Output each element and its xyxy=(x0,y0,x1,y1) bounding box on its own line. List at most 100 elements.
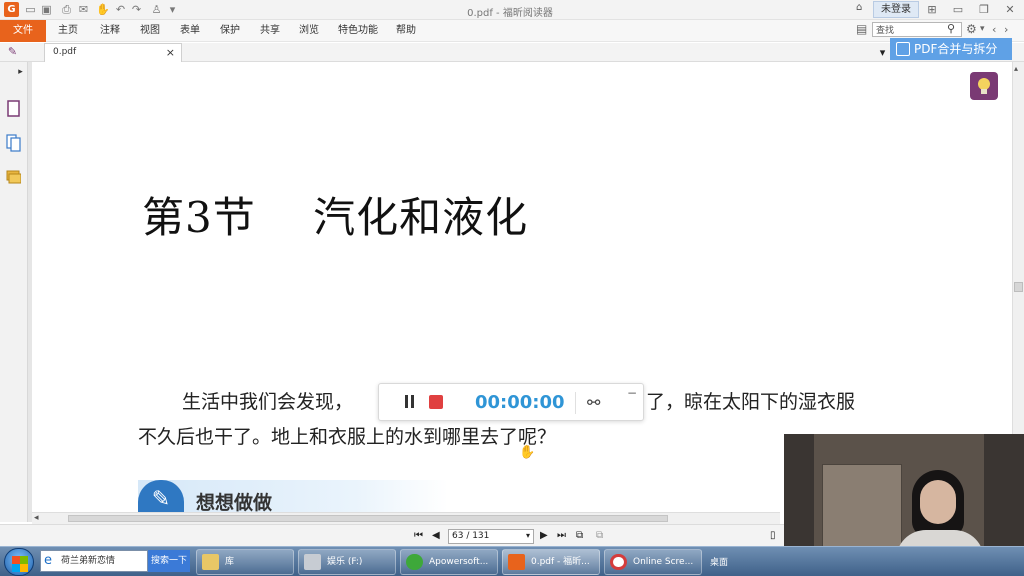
undo-icon[interactable]: ↶ xyxy=(114,3,127,16)
document-tabs: ✎ 0.pdf × ▾ xyxy=(0,43,1024,62)
next-view-icon[interactable]: ⧉ xyxy=(596,530,603,541)
layout-icon[interactable]: ⊞ xyxy=(922,2,942,17)
bookmarks-icon[interactable] xyxy=(6,134,21,152)
record-icon xyxy=(610,554,627,570)
stop-icon[interactable] xyxy=(429,395,443,409)
horizontal-scroll-thumb[interactable] xyxy=(68,515,668,522)
taskbar-item-online-screen[interactable]: Online Scre... xyxy=(604,549,702,575)
menu-share[interactable]: 共享 xyxy=(260,20,280,42)
close-window-button[interactable]: ✕ xyxy=(1000,2,1020,17)
taskbar-item-label: Apowersoft... xyxy=(429,557,489,567)
comments-icon[interactable] xyxy=(6,168,21,186)
taskbar-item-drive[interactable]: 娱乐 (F:) xyxy=(298,549,396,575)
vertical-scroll-thumb[interactable] xyxy=(1014,282,1023,292)
taskbar-search-button[interactable]: 搜索一下 xyxy=(148,550,190,572)
paragraph-line-1-left: 生活中我们会发现， xyxy=(182,391,354,413)
apowersoft-icon xyxy=(406,554,423,570)
ribbon-menu: 文件 主页 注释 视图 表单 保护 共享 浏览 特色功能 帮助 ▤ xyxy=(0,20,1024,42)
taskbar-item-apowersoft[interactable]: Apowersoft... xyxy=(400,549,498,575)
previous-page-icon[interactable]: ◀ xyxy=(432,530,440,541)
taskbar-search-input[interactable]: 荷兰弟新恋情 xyxy=(40,550,148,572)
menu-home[interactable]: 主页 xyxy=(58,20,78,42)
recording-timer: 00:00:00 xyxy=(475,392,565,413)
windows-logo-icon xyxy=(12,556,20,564)
search-icon[interactable]: ⚲ xyxy=(947,22,961,36)
tab-0-pdf[interactable]: 0.pdf × xyxy=(44,43,182,62)
login-button[interactable]: 未登录 xyxy=(873,1,919,18)
email-icon[interactable]: ✉ xyxy=(77,3,90,16)
menu-help[interactable]: 帮助 xyxy=(396,20,416,42)
taskbar-item-library[interactable]: 库 xyxy=(196,549,294,575)
paragraph-line-2: 不久后也干了。地上和衣服上的水到哪里去了呢？ xyxy=(138,426,557,448)
chevron-down-icon[interactable]: ▾ xyxy=(980,24,985,34)
foxit-logo-icon[interactable]: G xyxy=(4,2,19,17)
start-button[interactable] xyxy=(4,548,34,576)
hand-tool-icon[interactable]: ✋ xyxy=(96,3,110,16)
taskbar-item-label: 0.pdf - 福昕... xyxy=(531,557,590,567)
open-icon[interactable]: ▭ xyxy=(24,3,37,16)
sign-icon[interactable]: ✎ xyxy=(6,45,19,58)
taskbar-item-label: 库 xyxy=(225,557,235,567)
page-dropdown-icon[interactable]: ▾ xyxy=(526,531,530,540)
horizontal-scrollbar[interactable]: ◂ xyxy=(32,512,780,524)
section-banner: ✎ 想想做做 xyxy=(138,480,448,512)
menu-file[interactable]: 文件 xyxy=(0,20,46,42)
wrench-icon: ✎ xyxy=(138,480,184,512)
scroll-up-icon[interactable]: ▴ xyxy=(1014,64,1018,73)
pdf-merge-label: PDF合并与拆分 xyxy=(914,42,998,56)
drive-icon xyxy=(304,554,321,570)
lightbulb-button[interactable] xyxy=(970,72,998,100)
save-icon[interactable]: ▣ xyxy=(40,3,53,16)
paragraph-line-1-right: 了，晾在太阳下的湿衣服 xyxy=(646,391,856,413)
page-title: 第3节 汽化和液化 xyxy=(142,193,529,242)
stamp-icon[interactable]: ♙ xyxy=(150,3,163,16)
foxit-icon xyxy=(508,554,525,570)
menu-view[interactable]: 视图 xyxy=(140,20,160,42)
page-number-field[interactable]: 63 / 131 xyxy=(448,529,534,544)
desktop-toolbar-label[interactable]: 桌面 xyxy=(710,555,728,568)
menu-comment[interactable]: 注释 xyxy=(100,20,120,42)
pdf-merge-split-button[interactable]: PDF合并与拆分 xyxy=(890,38,1012,60)
section-label: 想想做做 xyxy=(196,492,273,512)
person-face xyxy=(920,480,956,524)
menu-protect[interactable]: 保护 xyxy=(220,20,240,42)
previous-view-icon[interactable]: ⧉ xyxy=(576,530,583,541)
first-page-icon[interactable]: ⏮ xyxy=(414,530,423,541)
pause-icon[interactable] xyxy=(403,395,415,409)
page-layout-icon[interactable]: ▯ xyxy=(770,530,776,541)
recorder-minimize-button[interactable]: − xyxy=(627,386,637,400)
recorder-toolbar: 00:00:00 ⚯ − xyxy=(378,383,644,421)
left-sidebar: ▸ xyxy=(0,62,28,522)
menu-browse[interactable]: 浏览 xyxy=(299,20,319,42)
restore-button[interactable]: ❐ xyxy=(974,2,994,17)
folder-icon[interactable]: ▤ xyxy=(856,22,867,36)
taskbar-item-label: 娱乐 (F:) xyxy=(327,557,363,567)
merge-icon xyxy=(896,42,910,56)
scroll-left-icon[interactable]: ◂ xyxy=(34,513,39,523)
menu-form[interactable]: 表单 xyxy=(180,20,200,42)
page-thumbnails-icon[interactable] xyxy=(6,100,21,118)
redo-icon[interactable]: ↷ xyxy=(130,3,143,16)
tab-list-chevron-icon[interactable]: ▾ xyxy=(876,46,889,59)
customize-dropdown-icon[interactable]: ▾ xyxy=(166,3,179,16)
last-page-icon[interactable]: ⏭ xyxy=(557,530,566,541)
taskbar-item-foxit[interactable]: 0.pdf - 福昕... xyxy=(502,549,600,575)
folder-icon xyxy=(202,554,219,570)
ie-icon: e xyxy=(44,553,52,568)
print-icon[interactable]: ⎙ xyxy=(60,3,73,16)
gear-icon[interactable]: ⚙ xyxy=(966,22,977,36)
hand-cursor-icon: ✋ xyxy=(519,445,536,460)
lightbulb-icon xyxy=(978,78,990,94)
next-result-icon[interactable]: › xyxy=(1004,23,1008,36)
title-bar: G ▭ ▣ ⎙ ✉ ✋ ↶ ↷ ♙ ▾ 0.pdf - 福昕阅读器 ⌂ 未登录 … xyxy=(0,0,1024,20)
prev-result-icon[interactable]: ‹ xyxy=(992,23,996,36)
expand-panel-icon[interactable]: ▸ xyxy=(14,66,27,79)
link-icon[interactable]: ⚯ xyxy=(587,393,600,412)
close-icon[interactable]: × xyxy=(166,46,175,59)
minimize-button[interactable]: ▭ xyxy=(948,2,968,17)
webcam-cabinet xyxy=(822,464,902,559)
skin-icon[interactable]: ⌂ xyxy=(856,2,862,13)
windows-taskbar: 荷兰弟新恋情 e 搜索一下 库 娱乐 (F:) Apowersoft... 0.… xyxy=(0,546,1024,576)
next-page-icon[interactable]: ▶ xyxy=(540,530,548,541)
menu-features[interactable]: 特色功能 xyxy=(338,20,378,42)
